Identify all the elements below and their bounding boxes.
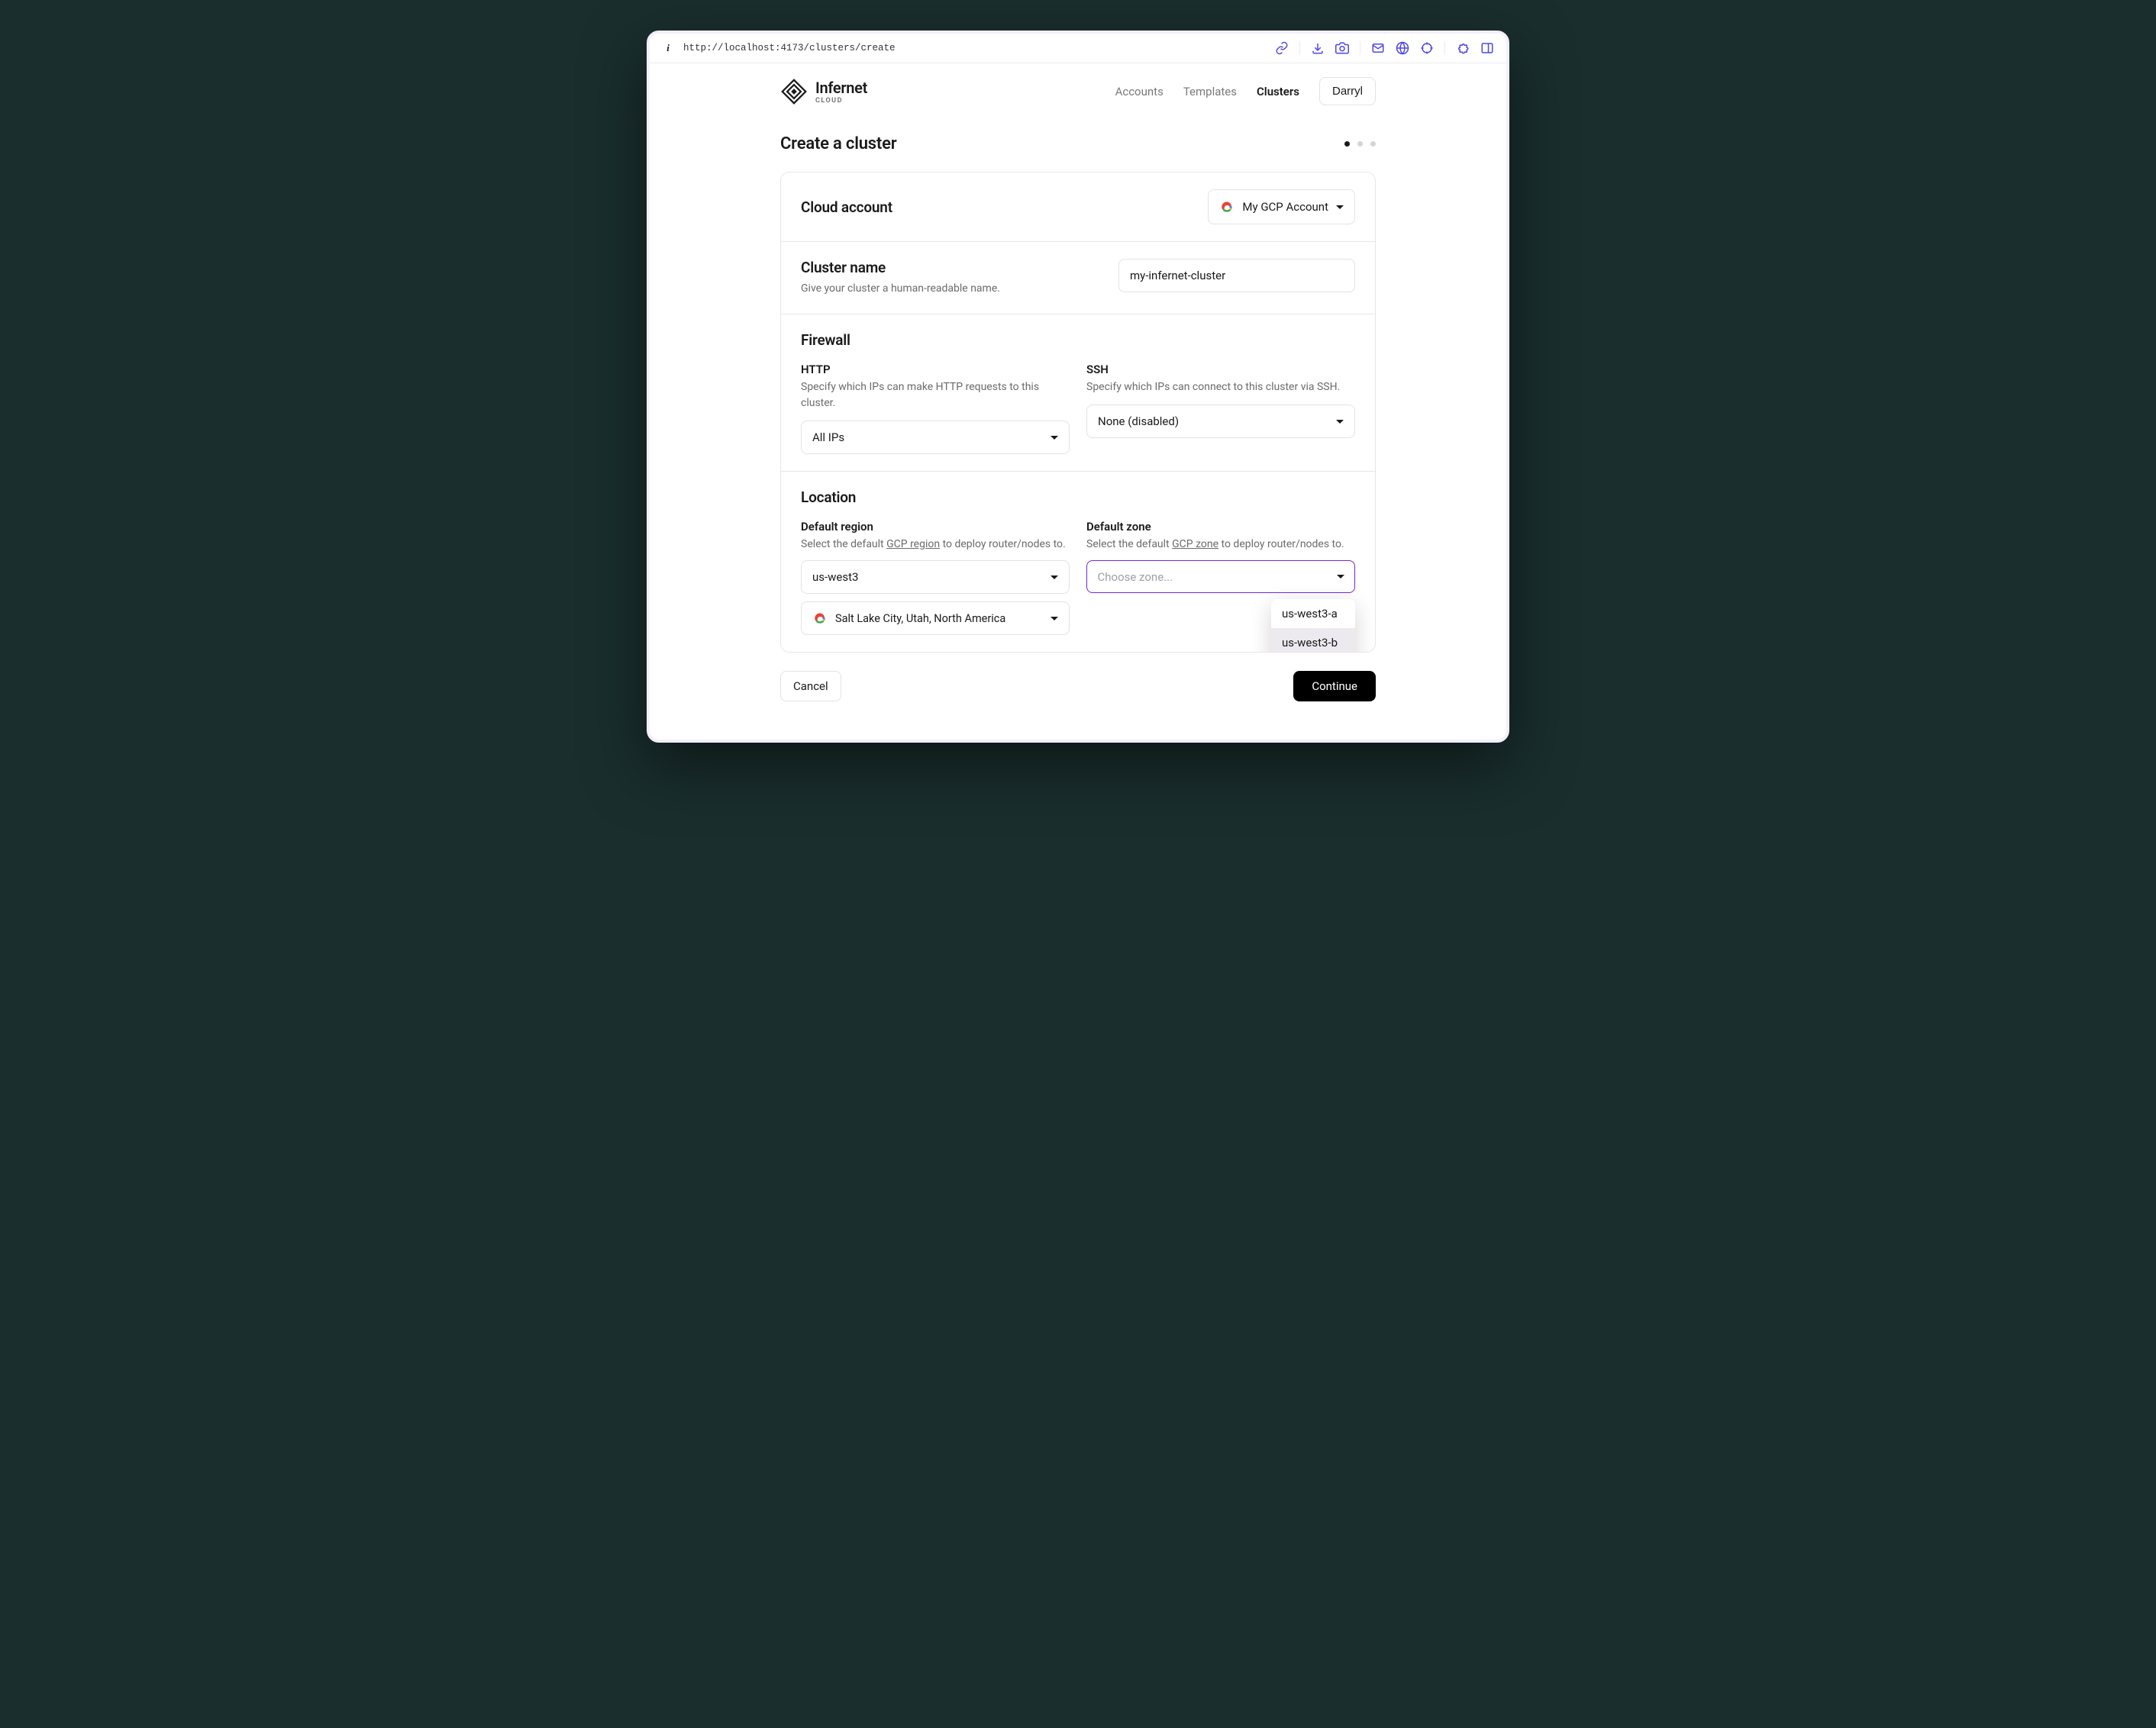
cancel-button[interactable]: Cancel [780,671,841,701]
http-value: All IPs [812,430,844,444]
cloud-account-value: My GCP Account [1242,200,1328,214]
region-help: Select the default GCP region to deploy … [801,537,1070,553]
region-label: Default region [801,520,1070,534]
app-header: Infernet CLOUD Accounts Templates Cluste… [780,63,1376,119]
step-dot-2 [1357,141,1363,147]
brand-logo-icon [780,78,808,105]
caret-down-icon [1336,420,1344,424]
app-window: i http://localhost:4173/clusters/create [647,31,1509,743]
zone-dropdown: us-west3-a us-west3-b us-west3-c [1271,599,1355,653]
brand-title: Infernet [815,79,867,97]
section-firewall: Firewall HTTP Specify which IPs can make… [781,314,1375,472]
info-icon: i [662,42,674,54]
nav-accounts[interactable]: Accounts [1115,85,1164,98]
caret-down-icon [1051,617,1058,621]
region-select[interactable]: us-west3 [801,560,1070,594]
cloud-account-select[interactable]: My GCP Account [1208,189,1355,224]
caret-down-icon [1336,205,1344,209]
zone-placeholder: Choose zone... [1098,570,1173,584]
ssh-label: SSH [1086,363,1355,376]
zone-option[interactable]: us-west3-a [1271,599,1355,628]
ssh-value: None (disabled) [1098,414,1179,428]
firewall-title: Firewall [801,331,1355,349]
http-label: HTTP [801,363,1070,376]
page-title: Create a cluster [780,134,896,153]
download-icon[interactable] [1311,41,1325,55]
gcp-icon [1219,199,1235,214]
caret-down-icon [1051,575,1058,579]
brand-subtitle: CLOUD [815,97,867,105]
form-footer: Cancel Continue [780,671,1376,701]
step-dot-3 [1370,141,1376,147]
link-icon[interactable] [1275,41,1289,55]
globe-icon[interactable] [1396,41,1409,55]
nav-clusters[interactable]: Clusters [1257,85,1299,98]
caret-down-icon [1051,436,1058,440]
cluster-name-input[interactable] [1118,259,1355,292]
user-menu-button[interactable]: Darryl [1319,77,1376,105]
stepper [1344,141,1376,147]
url-display: http://localhost:4173/clusters/create [683,43,1266,53]
section-cloud-account: Cloud account My GCP Account [781,172,1375,242]
location-title: Location [801,488,1355,506]
target-icon[interactable] [1420,41,1434,55]
camera-icon[interactable] [1335,41,1349,55]
form-card: Cloud account My GCP Account [780,172,1376,653]
zone-select[interactable]: Choose zone... [1086,560,1355,593]
ssh-help: Specify which IPs can connect to this cl… [1086,379,1355,395]
zone-label: Default zone [1086,520,1355,534]
ssh-select[interactable]: None (disabled) [1086,405,1355,438]
region-value: us-west3 [812,570,858,584]
mail-icon[interactable] [1371,41,1385,55]
section-location: Location Default region Select the defau… [781,472,1375,652]
brand[interactable]: Infernet CLOUD [780,78,867,105]
browser-actions [1275,41,1494,55]
section-cluster-name: Cluster name Give your cluster a human-r… [781,242,1375,314]
browser-bar: i http://localhost:4173/clusters/create [650,34,1506,63]
http-select[interactable]: All IPs [801,421,1070,454]
region-detail-value: Salt Lake City, Utah, North America [835,612,1005,625]
http-help: Specify which IPs can make HTTP requests… [801,379,1070,411]
panel-icon[interactable] [1480,41,1494,55]
zone-help: Select the default GCP zone to deploy ro… [1086,537,1355,553]
caret-down-icon [1337,575,1344,579]
region-detail-select[interactable]: Salt Lake City, Utah, North America [801,601,1070,635]
nav-templates[interactable]: Templates [1183,85,1237,98]
cluster-name-label: Cluster name [801,259,1100,276]
cloud-account-label: Cloud account [801,198,892,216]
gcp-icon [812,611,828,626]
step-dot-1 [1344,141,1350,147]
continue-button[interactable]: Continue [1293,671,1376,701]
puzzle-icon[interactable] [1456,41,1470,55]
zone-option[interactable]: us-west3-b [1271,628,1355,653]
cluster-name-help: Give your cluster a human-readable name. [801,281,1100,297]
